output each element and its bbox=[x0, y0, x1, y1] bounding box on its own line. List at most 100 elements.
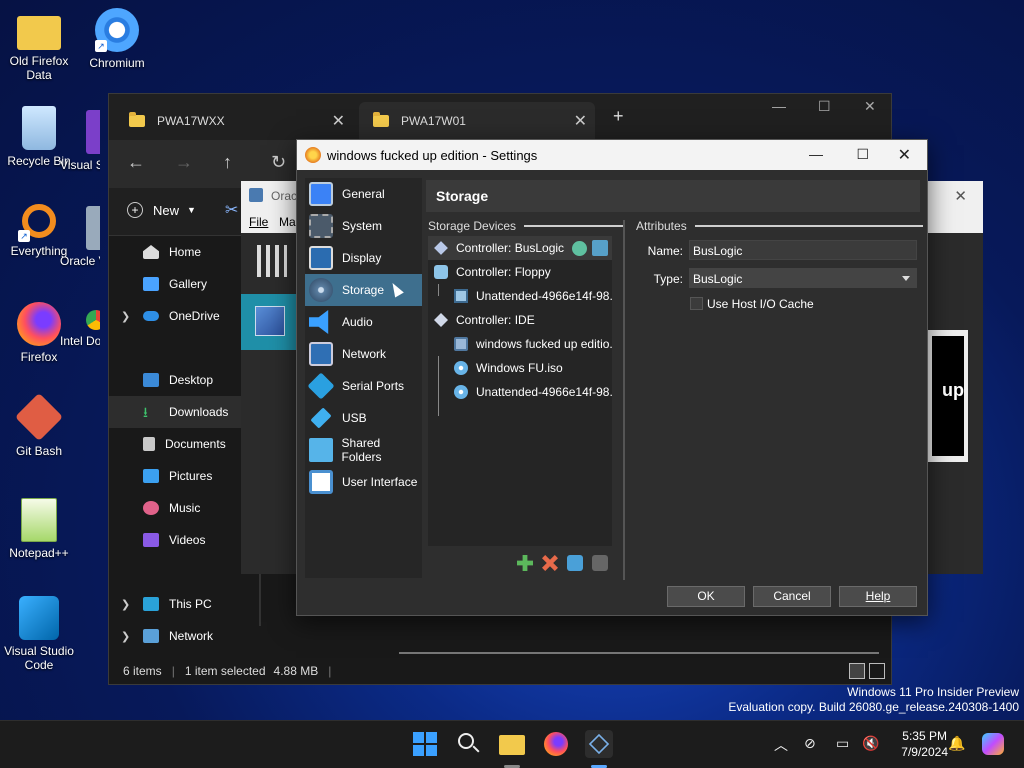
add-hard-disk-icon[interactable] bbox=[592, 240, 608, 256]
category-storage[interactable]: Storage bbox=[305, 274, 422, 306]
speaker-icon bbox=[309, 310, 329, 334]
desktop-icon-old-firefox-data[interactable]: Old Firefox Data bbox=[0, 10, 78, 82]
ide-controller-icon bbox=[434, 313, 448, 327]
close-icon[interactable]: ✕ bbox=[954, 187, 967, 205]
sidebar-item-home[interactable]: Home bbox=[109, 236, 259, 268]
copilot-icon[interactable] bbox=[982, 733, 1004, 755]
new-button[interactable]: + New ▼ bbox=[127, 202, 196, 218]
desktop-icon-git-bash[interactable]: Git Bash bbox=[0, 392, 78, 458]
taskbar-clock[interactable]: 5:35 PM 7/9/2024 bbox=[901, 728, 948, 760]
cut-icon[interactable]: ✂ bbox=[225, 200, 238, 220]
search-button[interactable] bbox=[454, 730, 482, 758]
maximize-icon[interactable]: ☐ bbox=[818, 98, 831, 115]
sidebar-item-videos[interactable]: Videos 📌 bbox=[109, 524, 259, 556]
clock-time: 5:35 PM bbox=[902, 729, 947, 743]
music-icon bbox=[143, 501, 159, 515]
storage-tree[interactable]: Controller: BusLogic Controller: Floppy … bbox=[428, 236, 612, 546]
vm-preview: up bbox=[928, 330, 968, 462]
category-system[interactable]: System bbox=[305, 210, 422, 242]
status-separator: | bbox=[171, 664, 175, 678]
taskbar-virtualbox[interactable] bbox=[585, 730, 613, 758]
sidebar-item-downloads[interactable]: ⭳ Downloads 📌 bbox=[109, 396, 259, 428]
explorer-tab-active[interactable]: PWA17W01 ✕ bbox=[359, 102, 595, 140]
chevron-right-icon[interactable]: ❯ bbox=[121, 598, 130, 611]
sidebar-item-documents[interactable]: Documents 📌 bbox=[109, 428, 259, 460]
desktop-icon-notepadpp[interactable]: Notepad++ bbox=[0, 498, 78, 560]
ok-button[interactable]: OK bbox=[667, 586, 745, 607]
add-optical-drive-icon[interactable] bbox=[572, 241, 587, 256]
chevron-right-icon[interactable]: ❯ bbox=[121, 630, 130, 643]
taskbar-firefox[interactable] bbox=[542, 730, 570, 758]
remove-controller-icon[interactable] bbox=[542, 555, 558, 571]
category-audio[interactable]: Audio bbox=[305, 306, 422, 338]
sidebar-item-desktop[interactable]: Desktop 📌 bbox=[109, 364, 259, 396]
tree-item-controller-buslogic[interactable]: Controller: BusLogic bbox=[428, 236, 612, 260]
category-shared-folders[interactable]: Shared Folders bbox=[305, 434, 422, 466]
close-tab-icon[interactable]: ✕ bbox=[332, 111, 345, 131]
minimize-icon[interactable]: — bbox=[772, 98, 786, 114]
chevron-up-icon[interactable]: ︿ bbox=[774, 735, 788, 755]
category-user-interface[interactable]: User Interface bbox=[305, 466, 422, 498]
folder-icon bbox=[129, 112, 145, 127]
notification-bell-icon[interactable]: 🔔 bbox=[948, 735, 965, 752]
tiles-view-icon[interactable] bbox=[869, 663, 885, 679]
tree-item-optical-iso[interactable]: Windows FU.iso bbox=[428, 356, 612, 380]
up-icon[interactable]: ↑ bbox=[223, 152, 232, 173]
sidebar-item-network[interactable]: ❯ Network bbox=[109, 620, 259, 652]
desktop-icon-virtualbox[interactable]: Oracle VM VirtualBox bbox=[60, 206, 100, 268]
help-button[interactable]: Help bbox=[839, 586, 917, 607]
vm-list-item-selected[interactable] bbox=[241, 294, 296, 350]
remove-attachment-icon[interactable] bbox=[592, 555, 608, 571]
horizontal-scrollbar[interactable] bbox=[399, 652, 879, 654]
back-icon[interactable]: ← bbox=[127, 152, 145, 173]
category-serial-ports[interactable]: Serial Ports bbox=[305, 370, 422, 402]
volume-muted-icon[interactable]: 🔇 bbox=[862, 735, 879, 752]
sidebar-item-this-pc[interactable]: ❯ This PC bbox=[109, 588, 259, 620]
add-attachment-icon[interactable] bbox=[567, 555, 583, 571]
clock-date: 7/9/2024 bbox=[901, 745, 948, 759]
sidebar-item-music[interactable]: Music 📌 bbox=[109, 492, 259, 524]
desktop-icon-visual-studio[interactable]: Visual Studio 2022 bbox=[60, 110, 100, 172]
category-general[interactable]: General bbox=[305, 178, 422, 210]
network-off-icon[interactable]: ⊘ bbox=[804, 735, 816, 752]
details-view-icon[interactable] bbox=[849, 663, 865, 679]
cancel-button[interactable]: Cancel bbox=[753, 586, 831, 607]
category-network[interactable]: Network bbox=[305, 338, 422, 370]
display-icon[interactable]: ▭ bbox=[836, 735, 849, 752]
refresh-icon[interactable]: ↻ bbox=[271, 152, 286, 173]
close-tab-icon[interactable]: ✕ bbox=[574, 111, 587, 131]
vbox-tools-icon[interactable] bbox=[257, 245, 287, 277]
desktop-icon-vscode[interactable]: Visual Studio Code bbox=[0, 596, 78, 672]
menu-file[interactable]: File bbox=[249, 215, 268, 229]
controller-type-select[interactable]: BusLogic bbox=[689, 268, 917, 288]
close-icon[interactable]: ✕ bbox=[898, 145, 911, 165]
new-tab-button[interactable]: + bbox=[613, 106, 624, 127]
desktop-icon-intel-docs[interactable]: Intel Docs bbox=[60, 310, 100, 348]
start-button[interactable] bbox=[411, 730, 439, 758]
tree-item-optical-unattended[interactable]: Unattended-4966e14f-98... bbox=[428, 380, 612, 404]
menu-machine[interactable]: Ma bbox=[279, 215, 296, 229]
serial-port-icon bbox=[307, 372, 335, 400]
sidebar-item-onedrive[interactable]: ❯ OneDrive bbox=[109, 300, 259, 332]
chevron-right-icon[interactable]: ❯ bbox=[121, 310, 130, 323]
desktop-icon-chromium[interactable]: ↗ Chromium bbox=[78, 8, 156, 70]
controller-name-input[interactable]: BusLogic bbox=[689, 240, 917, 260]
taskbar-file-explorer[interactable] bbox=[498, 730, 526, 758]
forward-icon[interactable]: → bbox=[175, 152, 193, 173]
close-icon[interactable]: ✕ bbox=[864, 98, 876, 115]
maximize-icon[interactable]: ☐ bbox=[856, 146, 869, 163]
tree-item-controller-floppy[interactable]: Controller: Floppy bbox=[428, 260, 612, 284]
tree-item-floppy-image[interactable]: Unattended-4966e14f-98... bbox=[428, 284, 612, 308]
category-display[interactable]: Display bbox=[305, 242, 422, 274]
host-io-cache-checkbox[interactable] bbox=[690, 297, 703, 310]
tree-item-hard-disk[interactable]: windows fucked up editio... bbox=[428, 332, 612, 356]
explorer-tab[interactable]: PWA17WXX ✕ bbox=[115, 102, 351, 140]
category-usb[interactable]: USB bbox=[305, 402, 422, 434]
sidebar-item-gallery[interactable]: Gallery bbox=[109, 268, 259, 300]
folder-icon bbox=[373, 112, 389, 127]
add-controller-icon[interactable] bbox=[517, 555, 533, 571]
tree-item-controller-ide[interactable]: Controller: IDE bbox=[428, 308, 612, 332]
sidebar-item-pictures[interactable]: Pictures 📌 bbox=[109, 460, 259, 492]
minimize-icon[interactable]: — bbox=[809, 146, 823, 162]
explorer-tab-bar: PWA17WXX ✕ PWA17W01 ✕ + — ☐ ✕ bbox=[109, 94, 891, 140]
